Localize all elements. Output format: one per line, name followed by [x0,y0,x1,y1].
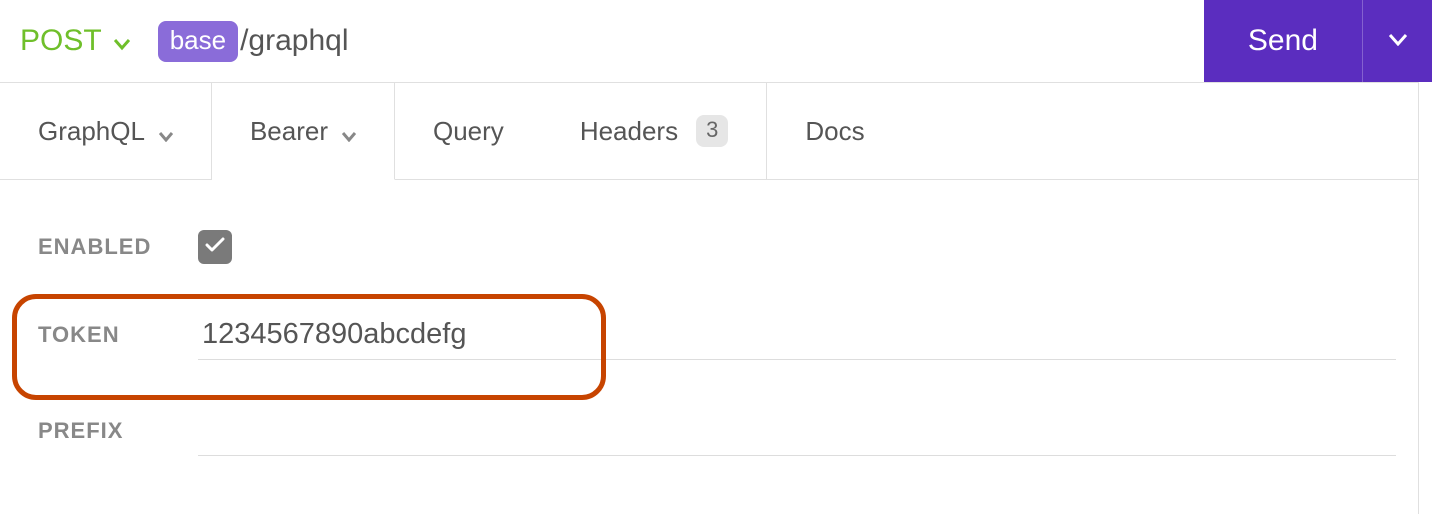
request-path[interactable]: /graphql [240,24,348,58]
token-input[interactable] [198,310,1396,360]
tab-label: Docs [805,116,864,147]
environment-chip[interactable]: base [158,21,238,62]
enabled-checkbox[interactable] [198,230,232,264]
auth-form: ENABLED TOKEN PREFIX [0,180,1432,456]
tab-query[interactable]: Query [395,83,542,179]
request-bar: POST base /graphql Send [0,0,1432,82]
caret-down-icon [159,118,173,149]
tabs-bar: GraphQL Bearer Query Headers 3 Docs [0,82,1432,180]
http-method-selector[interactable]: POST [20,23,130,59]
caret-down-icon [1389,34,1407,49]
tab-label: GraphQL [38,116,145,147]
check-icon [205,237,225,258]
token-label: TOKEN [38,322,198,348]
tab-label: Headers [580,116,678,147]
tab-label: Bearer [250,116,328,147]
form-row-token: TOKEN [38,310,1396,360]
tab-body-type[interactable]: GraphQL [0,83,212,179]
send-dropdown-button[interactable] [1362,0,1432,82]
tab-docs[interactable]: Docs [767,83,902,179]
tab-auth-type[interactable]: Bearer [212,83,395,180]
right-gutter [1418,82,1432,514]
enabled-label: ENABLED [38,234,198,260]
headers-count-badge: 3 [696,115,728,147]
tab-headers[interactable]: Headers 3 [542,83,768,179]
tab-label: Query [433,116,504,147]
caret-down-icon [114,25,130,59]
send-button-group: Send [1204,0,1432,82]
http-method-label: POST [20,24,102,58]
prefix-label: PREFIX [38,418,198,444]
caret-down-icon [342,118,356,149]
send-button[interactable]: Send [1204,0,1362,82]
form-row-enabled: ENABLED [38,230,1396,264]
form-row-prefix: PREFIX [38,406,1396,456]
prefix-input[interactable] [198,406,1396,456]
